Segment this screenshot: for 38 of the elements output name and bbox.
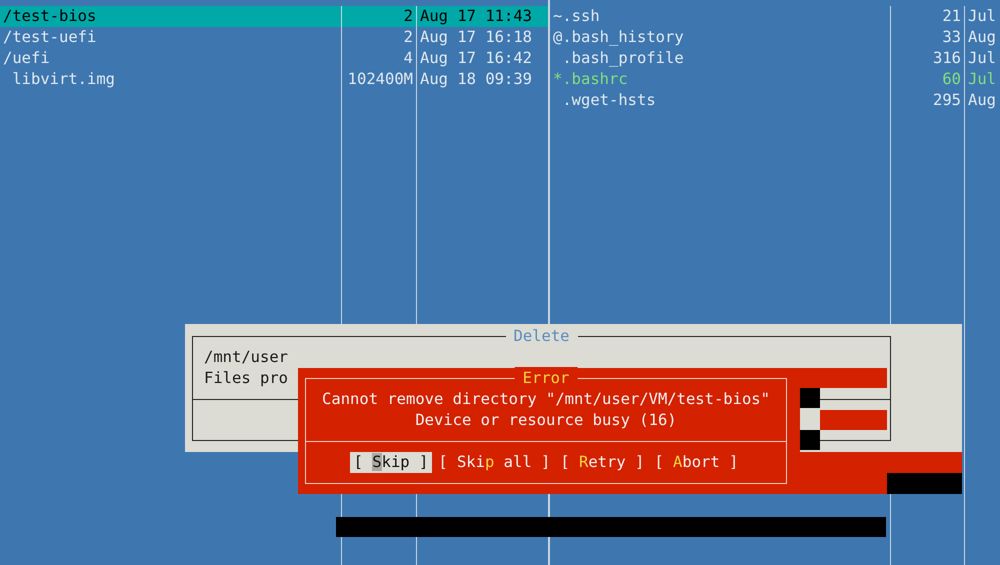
error-message: Device or resource busy (16) <box>414 410 678 431</box>
file-size: 316 <box>932 48 962 69</box>
error-message: Cannot remove directory "/mnt/user/VM/test-bios" <box>321 389 771 410</box>
file-name[interactable]: /test-bios <box>0 6 341 27</box>
file-name[interactable]: /uefi <box>0 48 341 69</box>
glitch-block <box>800 430 820 450</box>
file-name[interactable]: .bash_profile <box>550 48 890 69</box>
file-date: Aug 17 16:42 <box>419 48 533 69</box>
dialog-button[interactable]: [ Skip ] <box>350 452 432 473</box>
file-size: 33 <box>941 27 962 48</box>
file-size: 2 <box>342 6 416 27</box>
file-date: Aug 17 11:43 <box>417 6 548 27</box>
file-date: Aug 17 16:18 <box>419 27 533 48</box>
dialog-text: Files pro <box>203 368 288 389</box>
file-size: 21 <box>941 6 962 27</box>
file-name[interactable]: *.bashrc <box>550 69 890 90</box>
dialog-button[interactable]: [ Retry ] <box>556 452 648 473</box>
dialog-text: /mnt/user <box>203 347 288 368</box>
file-date: Jul <box>967 48 997 69</box>
glitch-block <box>800 388 820 408</box>
file-name[interactable]: @.bash_history <box>550 27 890 48</box>
file-size: 4 <box>402 48 414 69</box>
file-name[interactable]: /test-uefi <box>0 27 341 48</box>
file-size: 2 <box>402 27 414 48</box>
file-date: Aug 18 09:39 <box>419 69 533 90</box>
dialog-button[interactable]: [ Abort ] <box>650 452 742 473</box>
file-date: Jul <box>967 69 997 90</box>
file-size: 102400M <box>346 69 414 90</box>
file-date: Aug <box>967 90 997 111</box>
file-name[interactable]: .wget-hsts <box>550 90 890 111</box>
file-size: 295 <box>932 90 962 111</box>
file-name[interactable]: ~.ssh <box>550 6 890 27</box>
dialog-button[interactable]: [ Skip all ] <box>434 452 554 473</box>
glitch-strip <box>820 410 887 430</box>
file-size: 60 <box>941 69 962 90</box>
file-date: Jul <box>967 6 997 27</box>
file-date: Aug <box>967 27 997 48</box>
file-name[interactable]: libvirt.img <box>0 69 341 90</box>
